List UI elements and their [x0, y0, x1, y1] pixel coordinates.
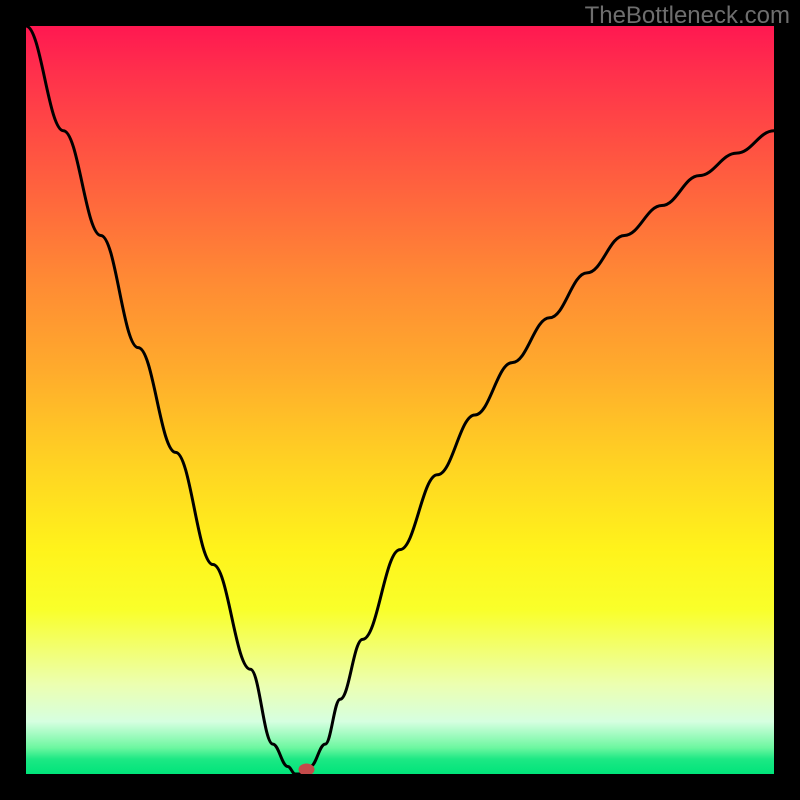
bottleneck-curve-svg	[26, 26, 774, 774]
plot-area	[26, 26, 774, 774]
watermark-text: TheBottleneck.com	[585, 2, 790, 30]
chart-frame: TheBottleneck.com	[0, 0, 800, 800]
bottleneck-curve-path	[26, 26, 774, 774]
